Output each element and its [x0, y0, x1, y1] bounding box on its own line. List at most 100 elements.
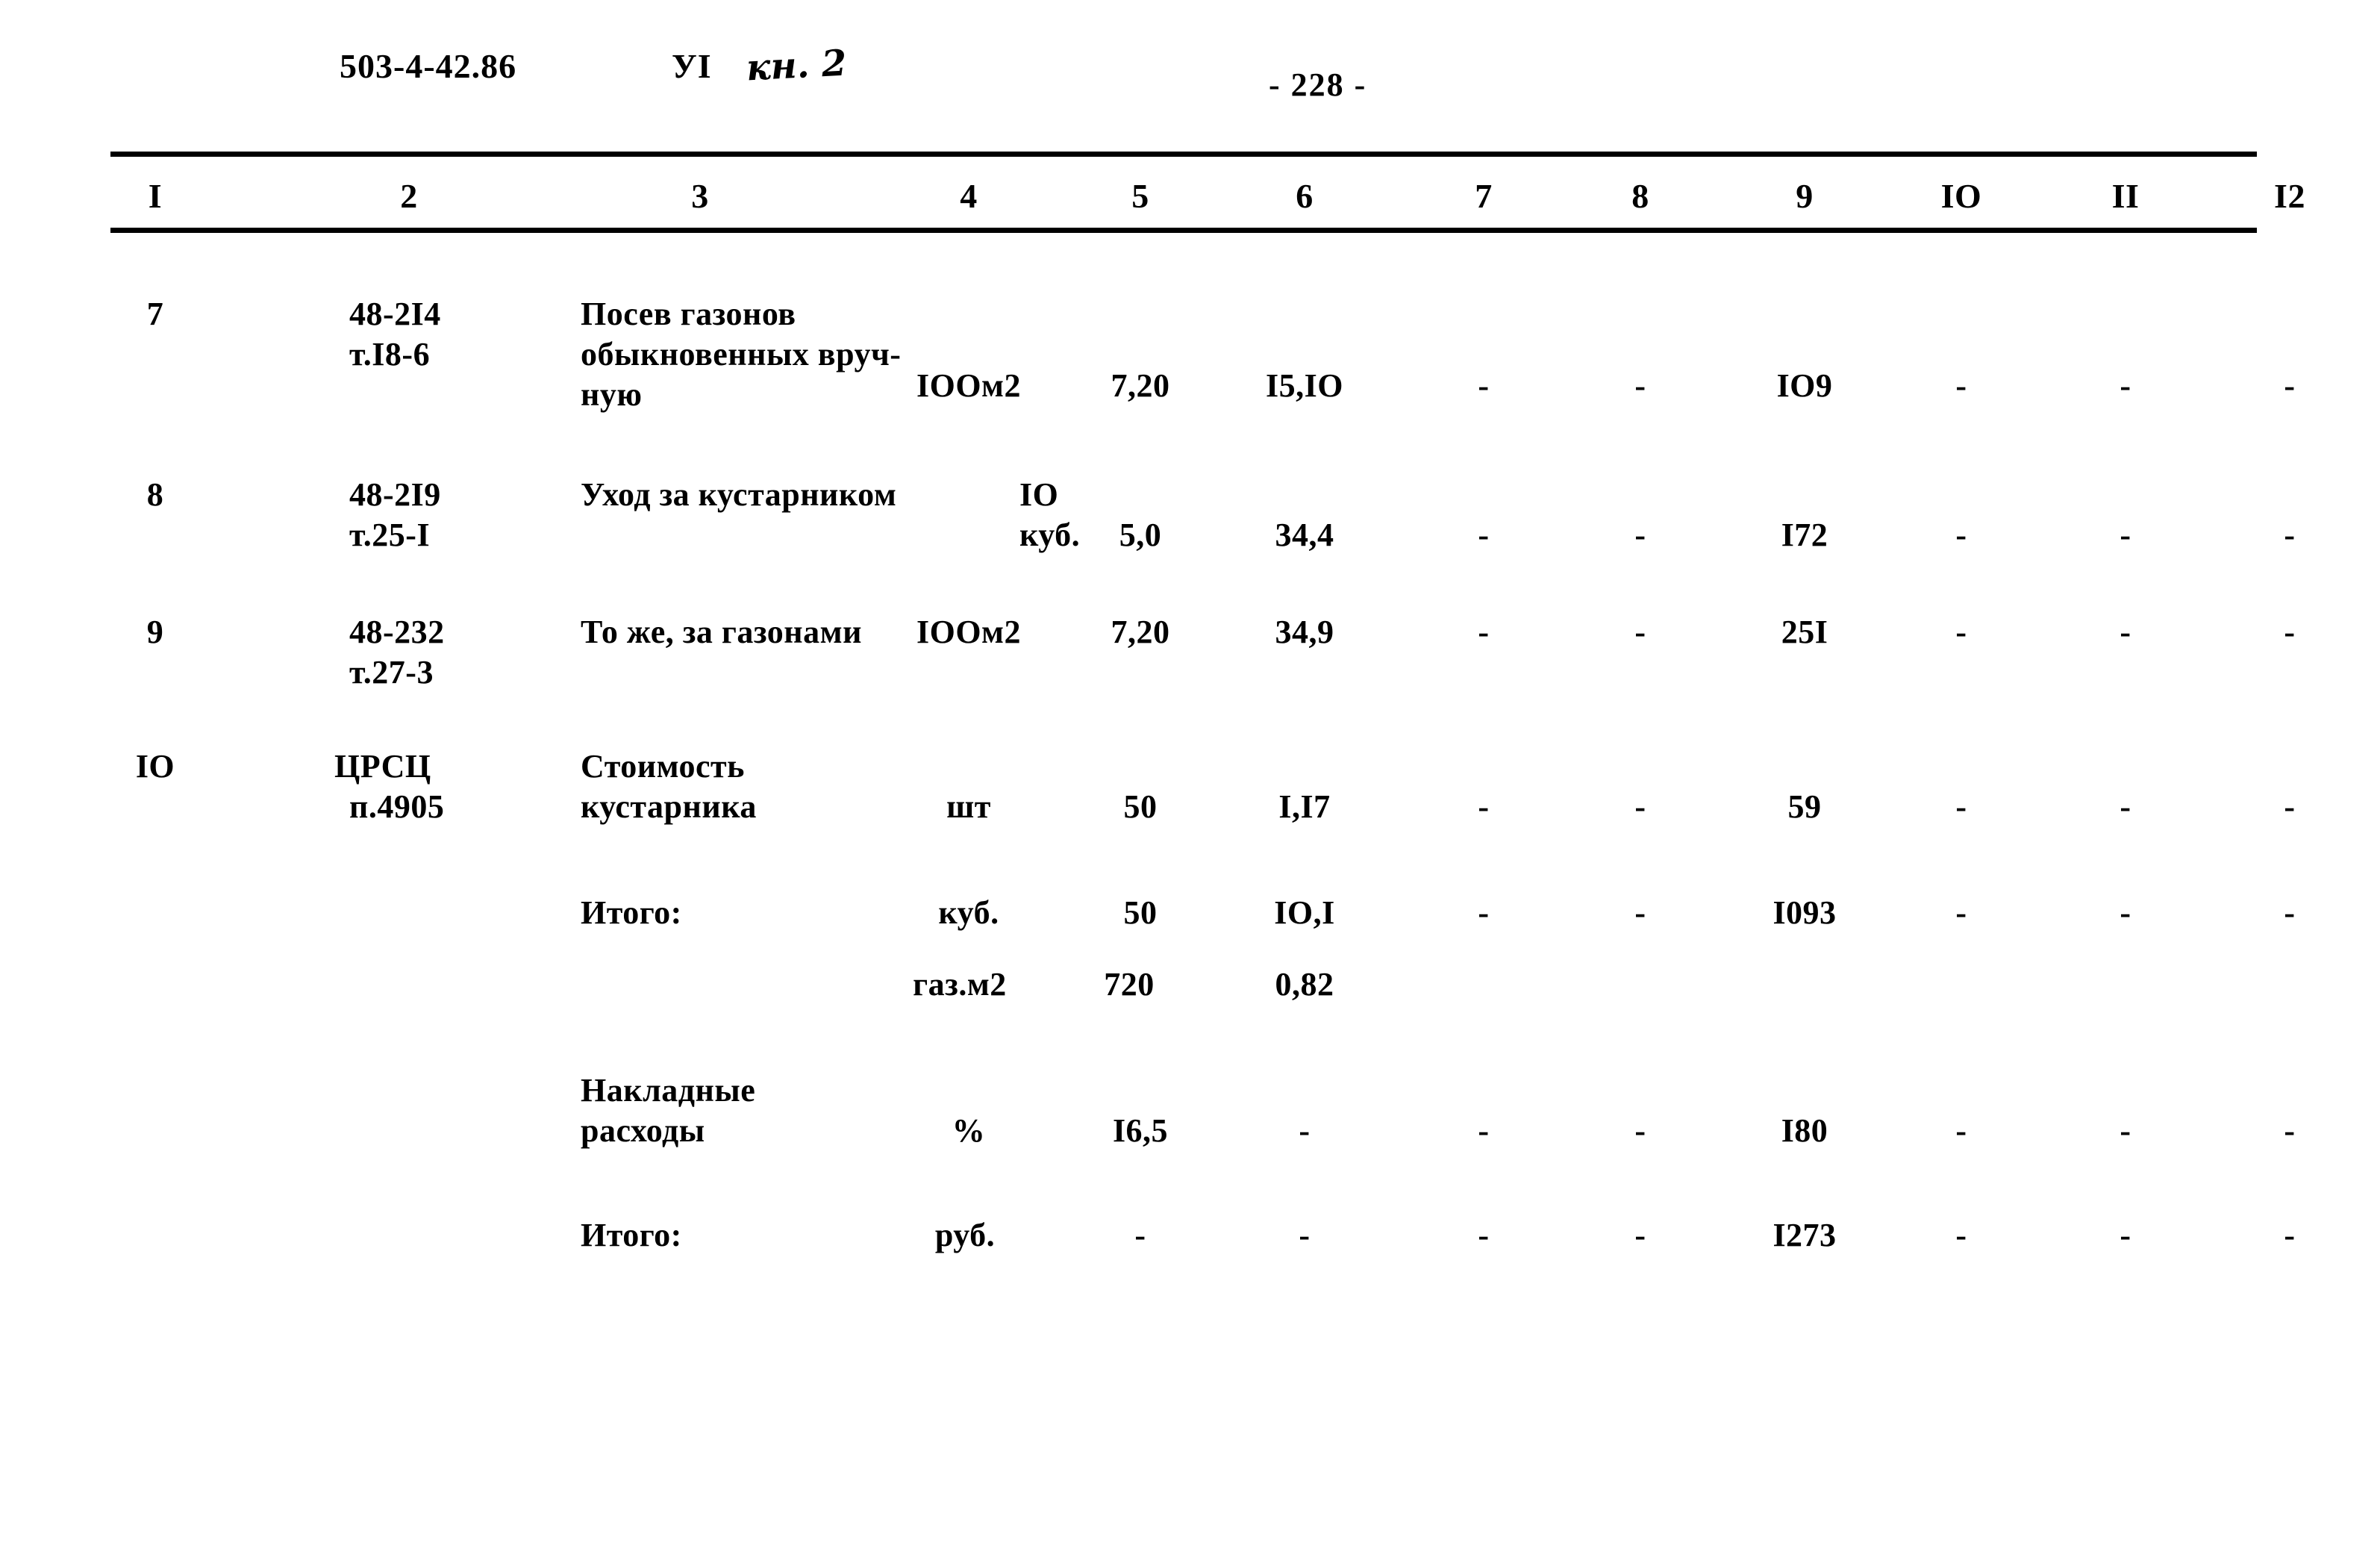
row-description-l3: ную	[581, 376, 643, 413]
row-col12: -	[2284, 367, 2296, 404]
row-col7: -	[1478, 517, 1490, 553]
row-col12: -	[2284, 517, 2296, 553]
column-header-1: I	[148, 177, 163, 215]
column-header-8: 8	[1631, 177, 1649, 215]
row-description-l1: То же, за газонами	[581, 614, 862, 650]
column-header-3: 3	[691, 177, 709, 215]
row-total: I093	[1772, 894, 1837, 931]
row-qty: 720	[1104, 966, 1155, 1003]
row-col11: -	[2120, 1217, 2131, 1253]
table-row: 8	[146, 476, 164, 513]
column-header-2: 2	[400, 177, 418, 215]
row-qty: 50	[1123, 788, 1158, 825]
row-price: I,I7	[1278, 788, 1331, 825]
row-col8: -	[1634, 1112, 1646, 1149]
column-header-5: 5	[1131, 177, 1149, 215]
row-unit: %	[952, 1112, 986, 1149]
column-header-7: 7	[1475, 177, 1493, 215]
row-total: 25I	[1781, 614, 1828, 650]
row-col8: -	[1634, 894, 1646, 931]
row-price: I5,IO	[1266, 367, 1343, 404]
row-col11: -	[2120, 894, 2131, 931]
row-description-l2: расходы	[581, 1112, 705, 1149]
table-row: 9	[146, 614, 164, 650]
row-qty: I6,5	[1112, 1112, 1169, 1149]
row-unit-qty: IO	[1019, 476, 1059, 513]
row-col11: -	[2120, 614, 2131, 650]
row-price: 34,4	[1275, 517, 1334, 553]
row-unit: куб.	[938, 894, 999, 931]
row-description-l1: Накладные	[581, 1072, 756, 1109]
row-col12: -	[2284, 788, 2296, 825]
row-col12: -	[2284, 614, 2296, 650]
row-col8: -	[1634, 1217, 1646, 1253]
row-price: -	[1299, 1217, 1311, 1253]
row-price: -	[1299, 1112, 1311, 1149]
row-price: 0,82	[1275, 966, 1334, 1003]
row-col7: -	[1478, 1217, 1490, 1253]
row-total: IO9	[1776, 367, 1833, 404]
row-col10: -	[1955, 788, 1967, 825]
row-qty: 50	[1123, 894, 1158, 931]
row-total: I273	[1772, 1217, 1837, 1253]
row-col8: -	[1634, 517, 1646, 553]
row-col7: -	[1478, 894, 1490, 931]
row-description-l1: Уход за кустарником	[581, 476, 897, 513]
row-col10: -	[1955, 367, 1967, 404]
row-col8: -	[1634, 367, 1646, 404]
row-description-l2: кустарника	[581, 788, 757, 825]
row-code-sub: т.I8-6	[349, 336, 431, 372]
table-row: 7	[146, 296, 164, 332]
column-header-6: 6	[1296, 177, 1314, 215]
row-unit: IOOм2	[916, 367, 1022, 404]
row-unit: шт	[946, 788, 991, 825]
row-col11: -	[2120, 1112, 2131, 1149]
row-price: IO,I	[1274, 894, 1335, 931]
row-col12: -	[2284, 1217, 2296, 1253]
row-total: I72	[1781, 517, 1828, 553]
row-col7: -	[1478, 788, 1490, 825]
row-code-sub: т.25-I	[349, 517, 431, 553]
row-code: 48-2I9	[349, 476, 441, 513]
row-col7: -	[1478, 367, 1490, 404]
row-unit: IOOм2	[916, 614, 1022, 650]
row-qty: -	[1134, 1217, 1146, 1253]
row-col8: -	[1634, 788, 1646, 825]
row-code: 48-2I4	[349, 296, 441, 332]
row-col12: -	[2284, 1112, 2296, 1149]
row-col10: -	[1955, 1112, 1967, 1149]
row-col11: -	[2120, 517, 2131, 553]
row-qty: 7,20	[1111, 367, 1170, 404]
row-description-l1: Итого:	[581, 894, 682, 931]
column-header-10: IO	[1940, 177, 1982, 215]
row-qty: 5,0	[1119, 517, 1162, 553]
row-description-l1: Стоимость	[581, 748, 745, 785]
row-unit: руб.	[934, 1217, 996, 1253]
row-qty: 7,20	[1111, 614, 1170, 650]
row-col10: -	[1955, 517, 1967, 553]
row-col11: -	[2120, 367, 2131, 404]
row-code: ЦРСЦ	[334, 748, 431, 785]
estimate-table: I 2 3 4 5 6 7 8 9 IO II I2 7 48-2I4 т.I8…	[110, 0, 2305, 1543]
row-code: 48-232	[349, 614, 445, 650]
row-col8: -	[1634, 614, 1646, 650]
row-description-l2: обыкновенных вруч-	[581, 336, 902, 372]
row-code-sub: т.27-3	[349, 654, 434, 691]
row-description-l1: Итого:	[581, 1217, 682, 1253]
column-header-11: II	[2111, 177, 2140, 215]
table-row: IO	[135, 748, 175, 785]
row-col10: -	[1955, 894, 1967, 931]
row-col12: -	[2284, 894, 2296, 931]
row-col7: -	[1478, 1112, 1490, 1149]
row-description-l1: Посев газонов	[581, 296, 796, 332]
row-col10: -	[1955, 614, 1967, 650]
column-header-9: 9	[1796, 177, 1814, 215]
row-col10: -	[1955, 1217, 1967, 1253]
scanned-page: 503-4-42.86 УI кн. 2 - 228 - I 2 3 4 5 6…	[0, 0, 2380, 1543]
column-header-12: I2	[2274, 177, 2305, 215]
row-col7: -	[1478, 614, 1490, 650]
row-total: I80	[1781, 1112, 1828, 1149]
column-header-4: 4	[960, 177, 978, 215]
row-total: 59	[1787, 788, 1822, 825]
row-code-sub: п.4905	[349, 788, 445, 825]
